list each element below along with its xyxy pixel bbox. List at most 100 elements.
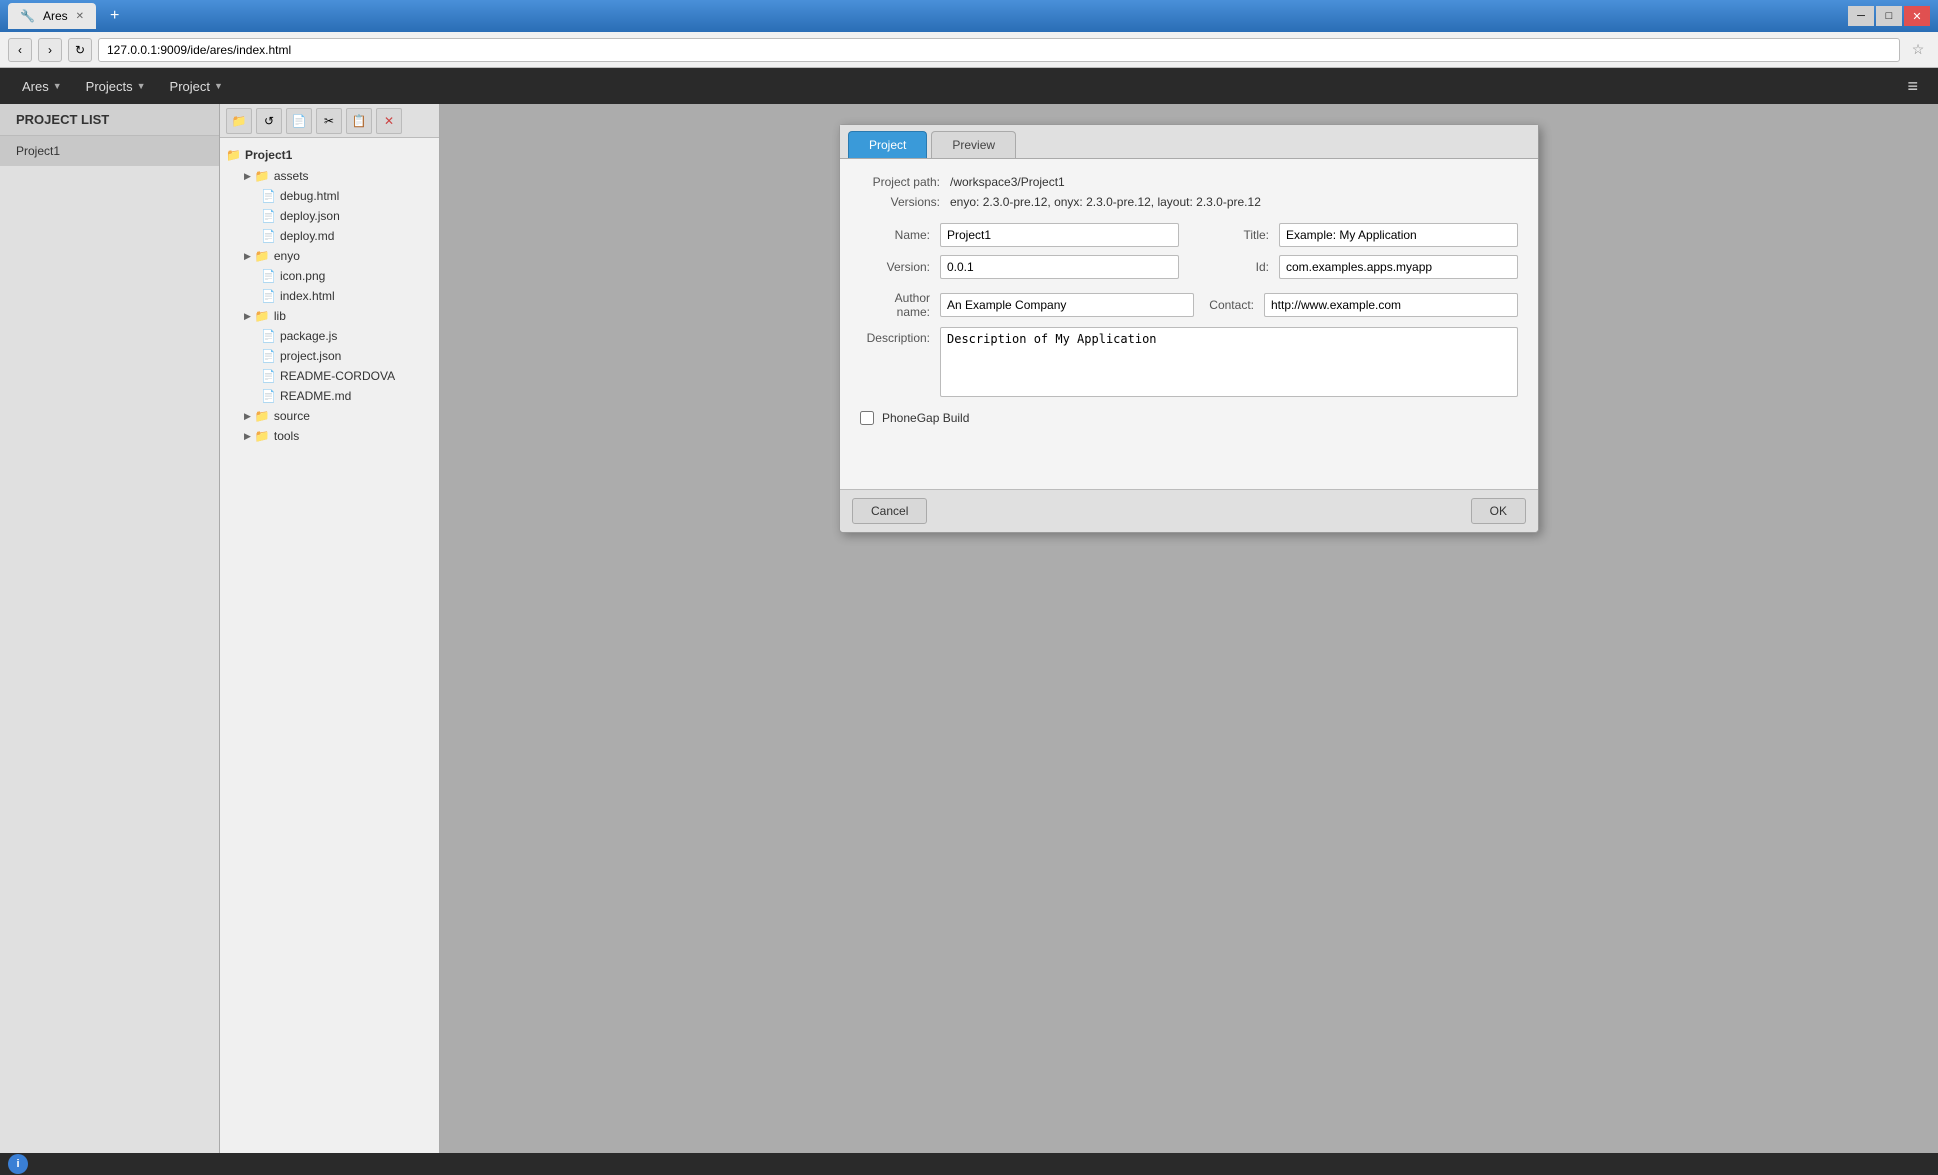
- version-input[interactable]: [940, 255, 1179, 279]
- title-input[interactable]: [1279, 223, 1518, 247]
- tab-title: Ares: [43, 9, 68, 23]
- forward-button[interactable]: ›: [38, 38, 62, 62]
- tree-item-label: source: [274, 409, 310, 423]
- form-grid: Name: Title: Version: Id:: [860, 223, 1518, 279]
- tree-item-lib[interactable]: ▶ 📁 lib: [220, 306, 439, 326]
- tree-item-label: project.json: [280, 349, 341, 363]
- projects-menu[interactable]: Projects ▼: [76, 75, 156, 98]
- project-menu[interactable]: Project ▼: [160, 75, 233, 98]
- new-tab-button[interactable]: +: [104, 5, 125, 27]
- tree-item-enyo[interactable]: ▶ 📁 enyo: [220, 246, 439, 266]
- browser-titlebar: 🔧 Ares ✕ + ─ □ ✕: [0, 0, 1938, 32]
- cancel-button[interactable]: Cancel: [852, 498, 927, 524]
- tree-root-project1[interactable]: 📁 Project1: [220, 144, 439, 166]
- close-button[interactable]: ✕: [1904, 6, 1930, 26]
- browser-tab[interactable]: 🔧 Ares ✕: [8, 3, 96, 29]
- root-folder-icon: 📁: [226, 148, 241, 162]
- tree-item-debug-html[interactable]: 📄 debug.html: [220, 186, 439, 206]
- id-input[interactable]: [1279, 255, 1518, 279]
- delete-button[interactable]: ✕: [376, 108, 402, 134]
- tree-item-label: lib: [274, 309, 286, 323]
- ares-label: Ares: [22, 79, 49, 94]
- description-textarea[interactable]: [940, 327, 1518, 397]
- tab-preview[interactable]: Preview: [931, 131, 1016, 158]
- contact-input[interactable]: [1264, 293, 1518, 317]
- tree-root-label: Project1: [245, 148, 292, 162]
- address-bar: ‹ › ↻ ☆: [0, 32, 1938, 68]
- tree-item-label: package.js: [280, 329, 337, 343]
- tree-item-icon-png[interactable]: 📄 icon.png: [220, 266, 439, 286]
- tree-item-label: index.html: [280, 289, 335, 303]
- project-path-value: /workspace3/Project1: [950, 175, 1065, 189]
- tab-favicon: 🔧: [20, 9, 35, 23]
- tree-item-source[interactable]: ▶ 📁 source: [220, 406, 439, 426]
- bookmark-button[interactable]: ☆: [1906, 38, 1930, 62]
- tree-item-tools[interactable]: ▶ 📁 tools: [220, 426, 439, 446]
- author-label: Author name:: [860, 291, 940, 319]
- tab-close-button[interactable]: ✕: [76, 11, 84, 22]
- tree-item-index-html[interactable]: 📄 index.html: [220, 286, 439, 306]
- tree-item-label: deploy.md: [280, 229, 334, 243]
- versions-row: Versions: enyo: 2.3.0-pre.12, onyx: 2.3.…: [860, 195, 1518, 209]
- back-icon: ‹: [18, 43, 22, 57]
- forward-icon: ›: [48, 43, 52, 57]
- file-icon: 📄: [261, 269, 276, 283]
- tree-item-label: deploy.json: [280, 209, 340, 223]
- phonegap-label: PhoneGap Build: [882, 411, 969, 425]
- folder-icon: 📁: [255, 429, 270, 443]
- new-folder-button[interactable]: 📁: [226, 108, 252, 134]
- ares-menu[interactable]: Ares ▼: [12, 75, 72, 98]
- ares-chevron-icon: ▼: [53, 81, 62, 91]
- back-button[interactable]: ‹: [8, 38, 32, 62]
- status-icon-label: i: [16, 1158, 19, 1170]
- tree-item-readme-cordova[interactable]: 📄 README-CORDOVA: [220, 366, 439, 386]
- new-file-button[interactable]: 📄: [286, 108, 312, 134]
- tab-project[interactable]: Project: [848, 131, 927, 158]
- modal-overlay: Project Preview Project path: /workspace…: [440, 104, 1938, 1153]
- arrow-right-icon: ▶: [244, 251, 251, 262]
- file-icon: 📄: [261, 229, 276, 243]
- tree-item-project-json[interactable]: 📄 project.json: [220, 346, 439, 366]
- version-field: Version:: [860, 255, 1179, 279]
- arrow-right-icon: ▶: [244, 431, 251, 442]
- file-icon: 📄: [261, 189, 276, 203]
- address-input[interactable]: [98, 38, 1900, 62]
- tree-item-assets[interactable]: ▶ 📁 assets: [220, 166, 439, 186]
- versions-value: enyo: 2.3.0-pre.12, onyx: 2.3.0-pre.12, …: [950, 195, 1261, 209]
- toolbar-right: ≡: [1899, 76, 1926, 97]
- maximize-button[interactable]: □: [1876, 6, 1902, 26]
- folder-icon: 📁: [255, 249, 270, 263]
- arrow-right-icon: ▶: [244, 311, 251, 322]
- folder-icon: 📁: [255, 309, 270, 323]
- tree-item-deploy-md[interactable]: 📄 deploy.md: [220, 226, 439, 246]
- paste-button[interactable]: 📋: [346, 108, 372, 134]
- phonegap-row: PhoneGap Build: [860, 411, 1518, 425]
- window-controls: ─ □ ✕: [1848, 6, 1930, 26]
- app-toolbar: Ares ▼ Projects ▼ Project ▼ ≡: [0, 68, 1938, 104]
- folder-icon: 📁: [232, 114, 247, 128]
- contact-label: Contact:: [1194, 298, 1264, 312]
- id-label: Id:: [1199, 260, 1279, 274]
- phonegap-checkbox[interactable]: [860, 411, 874, 425]
- author-row: Author name: Contact:: [860, 291, 1518, 319]
- file-icon: 📄: [261, 209, 276, 223]
- editor-area: Project Preview Project path: /workspace…: [440, 104, 1938, 1153]
- tree-item-readme-md[interactable]: 📄 README.md: [220, 386, 439, 406]
- hamburger-icon[interactable]: ≡: [1899, 72, 1926, 100]
- star-icon: ☆: [1912, 41, 1925, 57]
- project-dialog: Project Preview Project path: /workspace…: [839, 124, 1539, 533]
- cut-button[interactable]: ✂: [316, 108, 342, 134]
- reload-button[interactable]: ↻: [68, 38, 92, 62]
- tree-item-label: debug.html: [280, 189, 339, 203]
- sidebar-item-project1[interactable]: Project1: [0, 136, 219, 166]
- projects-chevron-icon: ▼: [137, 81, 146, 91]
- refresh-button[interactable]: ↺: [256, 108, 282, 134]
- tree-item-package-js[interactable]: 📄 package.js: [220, 326, 439, 346]
- projects-label: Projects: [86, 79, 133, 94]
- ok-button[interactable]: OK: [1471, 498, 1526, 524]
- name-input[interactable]: [940, 223, 1179, 247]
- tree-item-deploy-json[interactable]: 📄 deploy.json: [220, 206, 439, 226]
- author-input[interactable]: [940, 293, 1194, 317]
- sidebar-item-label: Project1: [16, 144, 60, 158]
- minimize-button[interactable]: ─: [1848, 6, 1874, 26]
